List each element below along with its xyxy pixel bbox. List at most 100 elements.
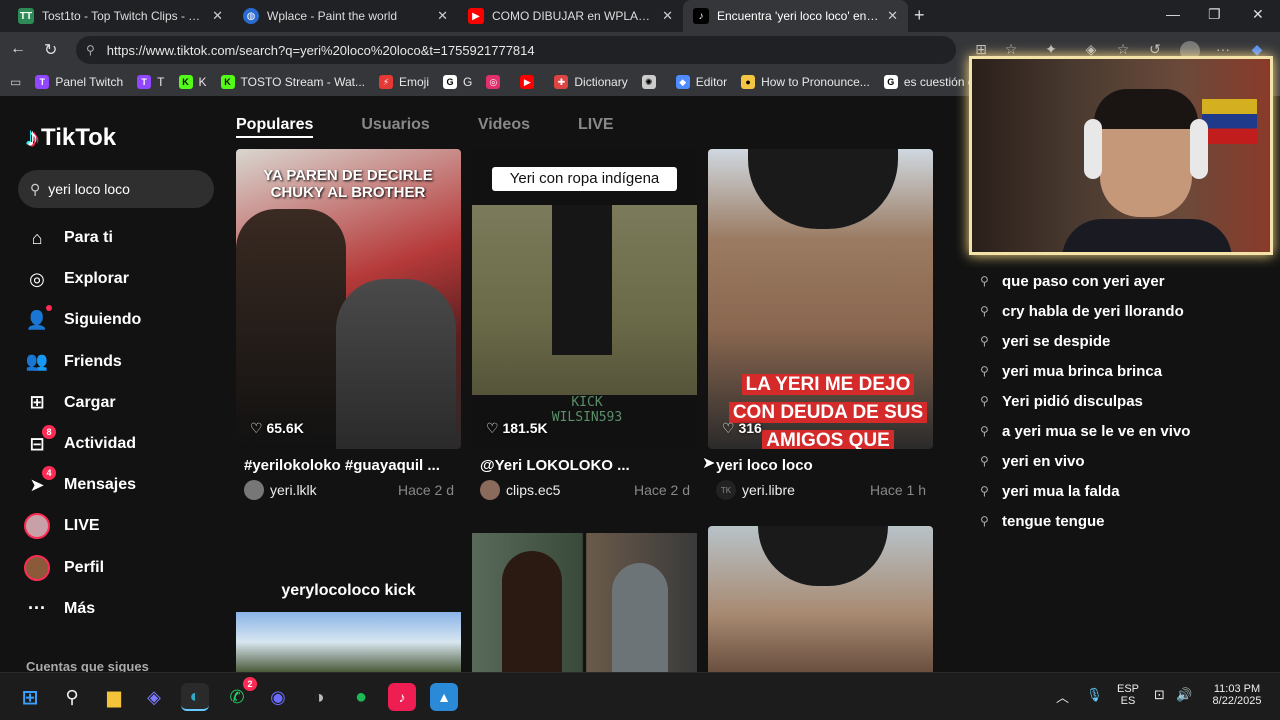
bookmark-item[interactable]: ▶	[520, 75, 540, 89]
bookmark-item[interactable]: ◎	[486, 75, 506, 89]
close-window-icon[interactable]: ✕	[1252, 6, 1264, 23]
bookmark-icon: G	[443, 75, 458, 89]
video-overlay-text: LA YERI ME DEJO CON DEUDA DE SUS AMIGOS …	[728, 371, 928, 449]
bookmark-item[interactable]: ✺	[641, 75, 662, 89]
related-search-item[interactable]: ⚲ yeri mua brinca brinca	[980, 356, 1240, 386]
close-tab-icon[interactable]: ✕	[437, 8, 448, 24]
bookmark-item[interactable]: ⚡ Emoji	[379, 75, 429, 89]
photos-icon[interactable]: ▲	[430, 683, 458, 711]
like-count: ♡ 181.5K	[486, 420, 548, 436]
bookmark-item[interactable]: ✚ Dictionary	[554, 75, 628, 89]
related-search-item[interactable]: ⚲ yeri mua la falda	[980, 476, 1240, 506]
site-info-icon[interactable]: ⚲	[86, 43, 95, 57]
minimize-icon[interactable]: —	[1166, 6, 1180, 22]
restore-icon[interactable]: ❐	[1208, 6, 1221, 23]
bookmark-item[interactable]: ◆ Editor	[675, 75, 727, 89]
tab-videos[interactable]: Videos	[478, 116, 530, 138]
video-card[interactable]: Yeri con ropa indígena KICK WILSIN593 ♡ …	[472, 149, 697, 449]
bookmark-item[interactable]: ● How to Pronounce...	[741, 75, 870, 89]
video-author[interactable]: yeri.lklk	[244, 480, 317, 500]
tray-overflow-icon[interactable]: ︿	[1056, 687, 1069, 706]
search-input[interactable]: ⚲ yeri loco loco	[18, 170, 214, 208]
bookmark-item[interactable]: TT	[137, 75, 165, 89]
related-search-item[interactable]: ⚲ yeri se despide	[980, 326, 1240, 356]
bookmark-item[interactable]: T Panel Twitch	[35, 75, 123, 89]
windows-start-icon[interactable]: ⊞	[16, 683, 44, 711]
video-caption[interactable]: yeri loco loco	[716, 457, 926, 474]
related-search-item[interactable]: ⚲ tengue tengue	[980, 506, 1240, 536]
microphone-icon[interactable]: 🎙	[1086, 687, 1103, 703]
language-indicator[interactable]: ESP ES	[1114, 683, 1142, 707]
whatsapp-icon[interactable]: ✆ 2	[223, 677, 257, 711]
sidebar-item-m-s[interactable]: ··· Más	[24, 594, 95, 624]
following-accounts-heading: Cuentas que sigues	[26, 659, 149, 672]
tab-usuarios[interactable]: Usuarios	[361, 116, 429, 138]
browser-tab-wplace[interactable]: ◍ Wplace - Paint the world ✕	[233, 0, 458, 32]
video-card[interactable]	[472, 533, 697, 672]
video-author[interactable]: TK yeri.libre	[716, 480, 795, 500]
related-search-item[interactable]: ⚲ Yeri pidió disculpas	[980, 386, 1240, 416]
tiktok-app-icon[interactable]: ♪	[388, 683, 416, 711]
video-meta: TK yeri.libre Hace 1 h	[716, 480, 926, 500]
spotify-icon[interactable]: ●	[347, 683, 375, 711]
related-search-item[interactable]: ⚲ cry habla de yeri llorando	[980, 296, 1240, 326]
video-card[interactable]: YA PAREN DE DECIRLE CHUKY AL BROTHER ♡ 6…	[236, 149, 461, 449]
sidebar-item-friends[interactable]: 👥 Friends	[24, 347, 122, 377]
edge-browser-icon[interactable]: ◐	[181, 683, 209, 711]
bookmark-icon: ◎	[486, 75, 501, 89]
sidebar-item-siguiendo[interactable]: 👤 Siguiendo	[24, 305, 141, 335]
search-icon: ⚲	[30, 180, 41, 197]
video-card[interactable]: LA YERI ME DEJO CON DEUDA DE SUS AMIGOS …	[708, 149, 933, 449]
sidebar-item-mensajes[interactable]: ➤ 4 Mensajes	[24, 466, 136, 500]
like-count: ♡ 316	[722, 420, 762, 436]
search-icon: ⚲	[980, 334, 989, 348]
video-caption[interactable]: @Yeri LOKOLOKO ...	[480, 457, 690, 474]
browser-tab-tiktok[interactable]: ♪ Encuentra 'yeri loco loco' en TikTok ✕	[683, 0, 908, 32]
tab-populares[interactable]: Populares	[236, 116, 314, 138]
tab-live[interactable]: LIVE	[578, 116, 614, 138]
sidebar-item-perfil[interactable]: Perfil	[24, 553, 104, 583]
sidebar-item-explorar[interactable]: ◎ Explorar	[24, 264, 129, 294]
search-icon[interactable]: ⚲	[58, 683, 86, 711]
sidebar-item-para-ti[interactable]: ⌂ Para ti	[24, 223, 113, 253]
bookmark-item[interactable]: KK	[178, 75, 207, 89]
video-author[interactable]: clips.ec5	[480, 480, 560, 500]
bookmark-icon: T	[35, 75, 50, 89]
sidebar-item-label: Friends	[64, 352, 122, 370]
search-icon: ⚲	[980, 424, 989, 438]
browser-tab-youtube[interactable]: ▶ COMO DIBUJAR en WPLACE TU IMAGEN ✕	[458, 0, 683, 32]
clock[interactable]: 11:03 PM 8/22/2025	[1204, 683, 1270, 707]
related-search-item[interactable]: ⚲ yeri en vivo	[980, 446, 1240, 476]
file-explorer-icon[interactable]: ▆	[100, 683, 128, 711]
close-tab-icon[interactable]: ✕	[212, 8, 223, 24]
avatar: TK	[716, 480, 736, 500]
related-search-item[interactable]: ⚲ a yeri mua se le ve en vivo	[980, 416, 1240, 446]
back-icon[interactable]: ←	[10, 40, 26, 58]
bookmark-icon: G	[883, 75, 898, 89]
more-icon: ···	[28, 598, 46, 619]
sidebar-item-actividad[interactable]: ⊟ 8 Actividad	[24, 425, 137, 459]
related-search-item[interactable]: ⚲ que paso con yeri ayer	[980, 266, 1240, 296]
close-tab-icon[interactable]: ✕	[887, 8, 898, 24]
bookmarks-menu-icon[interactable]: ▭	[10, 75, 21, 89]
tiktok-logo[interactable]: ♪ TikTok	[26, 122, 116, 153]
new-tab-button[interactable]: +	[914, 5, 925, 26]
video-card[interactable]	[708, 526, 933, 672]
close-tab-icon[interactable]: ✕	[662, 8, 673, 24]
reload-icon[interactable]: ↻	[44, 40, 57, 60]
bookmark-item[interactable]: K TOSTO Stream - Wat...	[220, 75, 365, 89]
sidebar-item-live[interactable]: LIVE	[24, 511, 100, 541]
sidebar-item-cargar[interactable]: ⊞ Cargar	[24, 388, 115, 418]
youtube-icon: ▶	[468, 8, 484, 24]
bookmark-item[interactable]: GG	[443, 75, 472, 89]
app-icon[interactable]: ◈	[140, 683, 168, 711]
network-icon[interactable]: ⊡	[1154, 687, 1165, 703]
video-caption[interactable]: #yerilokoloko #guayaquil ...	[244, 457, 454, 474]
obs-icon[interactable]: ◉	[264, 683, 292, 711]
browser-tab-twitch-clips[interactable]: TT Tost1to - Top Twitch Clips - Twitch ✕	[8, 0, 233, 32]
sidebar-item-label: Actividad	[64, 435, 137, 452]
volume-icon[interactable]: 🔊	[1176, 687, 1192, 703]
address-bar[interactable]: ⚲ https://www.tiktok.com/search?q=yeri%2…	[76, 36, 956, 64]
video-card[interactable]: yerylocoloco kick	[236, 526, 461, 672]
app-icon[interactable]: ◑	[305, 683, 333, 711]
